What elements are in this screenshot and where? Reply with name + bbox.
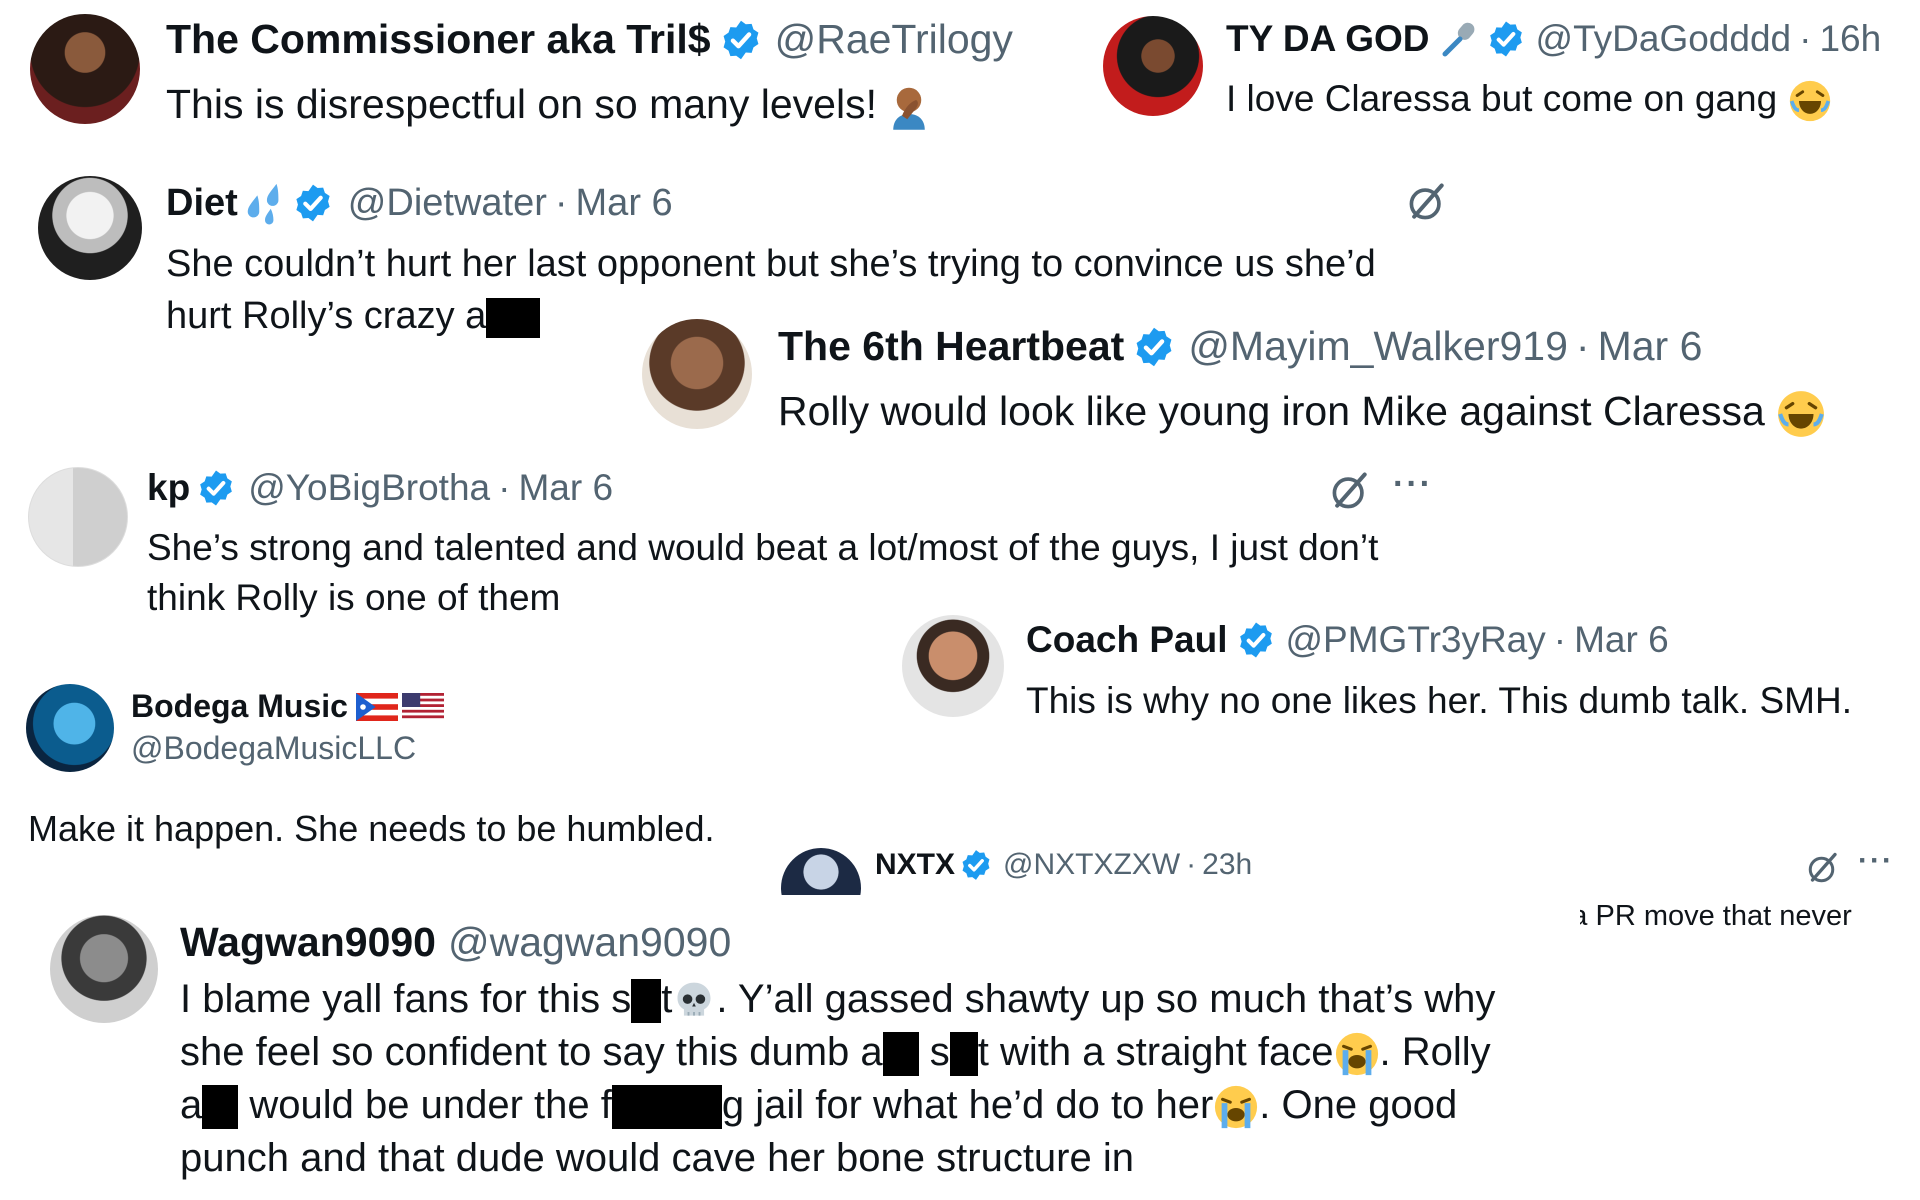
grok-icon[interactable] bbox=[1328, 469, 1372, 513]
tweet-header: The 6th Heartbeat @Mayim_Walker919 · Mar… bbox=[778, 323, 1702, 370]
redaction-bar bbox=[631, 979, 662, 1024]
usa-flag-icon bbox=[401, 692, 444, 721]
tweet-text: Rolly would look like young iron Mike ag… bbox=[778, 385, 1826, 439]
avatar[interactable] bbox=[38, 176, 142, 280]
tweet-header: Wagwan9090 @wagwan9090 bbox=[180, 919, 731, 966]
tweet-card[interactable]: TY DA GOD @TyDaGodddd · 16h I love Clare… bbox=[1090, 0, 1920, 135]
timestamp[interactable]: 23h bbox=[1202, 848, 1252, 882]
crying-emoji bbox=[1334, 1031, 1380, 1077]
avatar[interactable] bbox=[30, 14, 140, 124]
water-drops-icon bbox=[247, 183, 279, 225]
avatar[interactable] bbox=[642, 319, 752, 429]
crying-emoji bbox=[1213, 1084, 1259, 1130]
user-handle[interactable]: @Mayim_Walker919 bbox=[1188, 323, 1568, 370]
tweet-text: This is why no one likes her. This dumb … bbox=[1026, 680, 1852, 721]
timestamp[interactable]: Mar 6 bbox=[1574, 619, 1669, 661]
tweet-header: NXTX @NXTXZXW · 23h bbox=[875, 848, 1252, 882]
timestamp[interactable]: Mar 6 bbox=[518, 467, 613, 509]
more-icon[interactable]: ··· bbox=[1858, 844, 1894, 878]
user-handle[interactable]: @RaeTrilogy bbox=[775, 16, 1013, 63]
puerto-rico-flag-icon bbox=[355, 692, 398, 721]
tweet-card[interactable]: Coach Paul @PMGTr3yRay · Mar 6 This is w… bbox=[890, 605, 1920, 735]
display-name[interactable]: Wagwan9090 bbox=[180, 919, 436, 966]
verified-badge-icon bbox=[719, 18, 763, 62]
timestamp[interactable]: Mar 6 bbox=[576, 182, 673, 225]
tweet-text: This is disrespectful on so many levels! bbox=[166, 78, 930, 131]
separator-dot: · bbox=[554, 181, 568, 224]
laughing-emoji bbox=[1776, 389, 1826, 439]
tweet-header: Bodega Music bbox=[131, 688, 444, 725]
avatar[interactable] bbox=[26, 684, 114, 772]
tweet-card[interactable]: Wagwan9090 @wagwan9090 I blame yall fans… bbox=[0, 895, 1580, 1200]
verified-badge-icon bbox=[292, 182, 334, 224]
user-handle[interactable]: @YoBigBrotha bbox=[248, 467, 490, 509]
tweet-header: Diet @Dietwater · Mar 6 bbox=[166, 180, 673, 226]
display-name[interactable]: Coach Paul bbox=[1026, 619, 1228, 661]
tweet-header: kp @YoBigBrotha · Mar 6 bbox=[147, 467, 613, 509]
user-handle[interactable]: @wagwan9090 bbox=[448, 919, 731, 966]
redaction-bar bbox=[611, 1085, 722, 1130]
display-name[interactable]: TY DA GOD bbox=[1226, 18, 1430, 60]
separator-dot: · bbox=[1575, 323, 1590, 369]
facepalm-emoji bbox=[893, 87, 926, 130]
user-handle[interactable]: @Dietwater bbox=[348, 182, 547, 225]
user-handle[interactable]: @BodegaMusicLLC bbox=[131, 730, 416, 767]
tweet-card[interactable]: kp @YoBigBrotha · Mar 6 ··· She’s strong… bbox=[0, 455, 1460, 625]
skull-emoji bbox=[672, 979, 716, 1023]
tweet-text: Make it happen. She needs to be humbled. bbox=[28, 808, 715, 849]
verified-badge-icon bbox=[1132, 325, 1176, 369]
tweet-header: Coach Paul @PMGTr3yRay · Mar 6 bbox=[1026, 619, 1669, 661]
display-name[interactable]: NXTX bbox=[875, 848, 955, 882]
display-name[interactable]: Bodega Music bbox=[131, 688, 348, 725]
display-name[interactable]: The Commissioner aka Tril$ bbox=[166, 16, 711, 63]
verified-badge-icon bbox=[196, 468, 236, 508]
laughing-emoji bbox=[1788, 79, 1832, 123]
verified-badge-icon bbox=[1236, 620, 1276, 660]
more-icon[interactable]: ··· bbox=[1393, 465, 1433, 504]
tweet-text: I blame yall fans for this st. Y’all gas… bbox=[180, 977, 1496, 1180]
display-name[interactable]: Diet bbox=[166, 182, 238, 225]
avatar[interactable] bbox=[28, 467, 128, 567]
tweet-card[interactable]: The 6th Heartbeat @Mayim_Walker919 · Mar… bbox=[620, 305, 1920, 445]
separator-dot: · bbox=[1799, 18, 1812, 59]
user-handle[interactable]: @PMGTr3yRay bbox=[1286, 619, 1546, 661]
avatar[interactable] bbox=[902, 615, 1004, 717]
grok-icon[interactable] bbox=[1405, 180, 1449, 224]
redaction-bar bbox=[882, 1032, 919, 1077]
user-handle[interactable]: @NXTXZXW bbox=[1003, 848, 1180, 882]
user-handle[interactable]: @TyDaGodddd bbox=[1536, 18, 1792, 60]
display-name[interactable]: The 6th Heartbeat bbox=[778, 323, 1124, 370]
timestamp[interactable]: 16h bbox=[1819, 18, 1881, 60]
grok-icon[interactable] bbox=[1805, 850, 1841, 886]
display-name[interactable]: kp bbox=[147, 467, 190, 509]
separator-dot: · bbox=[1186, 848, 1197, 881]
tweet-text: I love Claressa but come on gang bbox=[1226, 75, 1832, 123]
separator-dot: · bbox=[498, 467, 511, 508]
tweet-card[interactable]: Bodega Music @BodegaMusicLLC Make it hap… bbox=[0, 680, 800, 860]
tweet-card[interactable]: The Commissioner aka Tril$ @RaeTrilogy T… bbox=[0, 0, 1090, 135]
avatar[interactable] bbox=[1103, 16, 1203, 116]
redaction-bar bbox=[949, 1032, 978, 1077]
redaction-bar bbox=[202, 1085, 239, 1130]
verified-badge-icon bbox=[1486, 19, 1526, 59]
separator-dot: · bbox=[1553, 619, 1567, 660]
tweet-header: TY DA GOD @TyDaGodddd · 16h bbox=[1226, 18, 1881, 60]
avatar[interactable] bbox=[50, 915, 158, 1023]
redaction-bar bbox=[486, 297, 541, 338]
microphone-icon bbox=[1442, 22, 1474, 57]
timestamp[interactable]: Mar 6 bbox=[1598, 323, 1703, 370]
tweet-header: The Commissioner aka Tril$ @RaeTrilogy bbox=[166, 16, 1013, 63]
verified-badge-icon bbox=[959, 848, 993, 882]
